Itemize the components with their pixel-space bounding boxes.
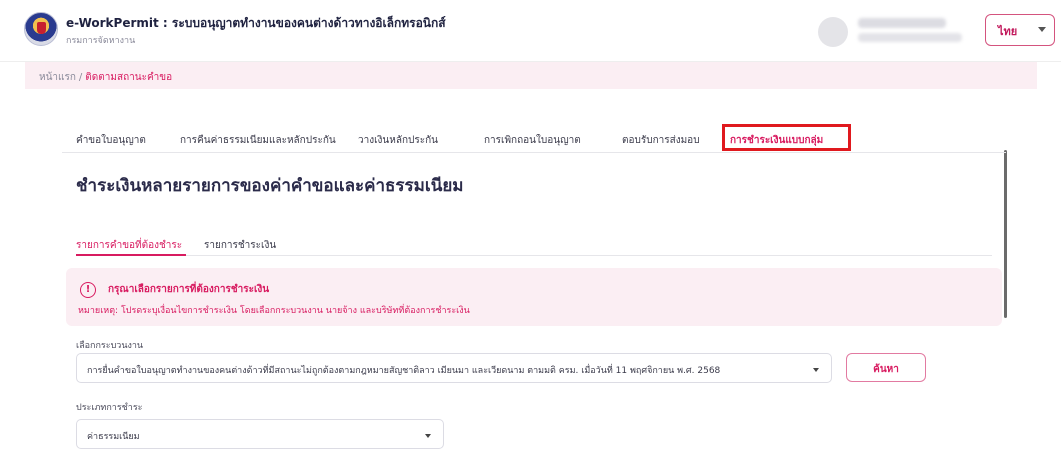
tab-delivery-acceptance[interactable]: ตอบรับการส่งมอบ bbox=[622, 133, 700, 148]
breadcrumb-home-link[interactable]: หน้าแรก bbox=[39, 72, 76, 83]
tab-fee-refund[interactable]: การคืนค่าธรรมเนียมและหลักประกัน bbox=[180, 133, 336, 148]
tab-highlight-box bbox=[722, 124, 851, 151]
department-logo-icon bbox=[24, 12, 58, 46]
user-avatar[interactable] bbox=[818, 17, 848, 47]
tab-permit-request[interactable]: คำขอใบอนุญาต bbox=[76, 133, 146, 148]
payment-type-select[interactable]: ค่าธรรมเนียม bbox=[76, 419, 444, 449]
user-detail-blurred bbox=[858, 33, 962, 42]
user-name-blurred bbox=[858, 18, 946, 28]
chevron-down-icon bbox=[813, 368, 819, 372]
info-icon: ! bbox=[80, 282, 96, 298]
sub-tabs: รายการคำขอที่ต้องชำระ รายการชำระเงิน bbox=[76, 234, 992, 256]
language-select[interactable]: ไทย bbox=[985, 14, 1055, 46]
breadcrumb-current: ติดตามสถานะคำขอ bbox=[85, 72, 173, 83]
subtab-payment-list[interactable]: รายการชำระเงิน bbox=[204, 238, 276, 253]
app-title: e-WorkPermit : ระบบอนุญาตทำงานของคนต่างด… bbox=[66, 16, 446, 30]
subtab-requests-to-pay[interactable]: รายการคำขอที่ต้องชำระ bbox=[76, 238, 182, 253]
chevron-down-icon bbox=[425, 434, 431, 438]
app-header: e-WorkPermit : ระบบอนุญาตทำงานของคนต่างด… bbox=[0, 0, 1061, 62]
page-title: ชำระเงินหลายรายการของค่าคำขอและค่าธรรมเน… bbox=[76, 176, 464, 196]
app-subtitle: กรมการจัดหางาน bbox=[66, 36, 136, 46]
tab-permit-revocation[interactable]: การเพิกถอนใบอนุญาต bbox=[484, 133, 581, 148]
tab-deposit-guarantee[interactable]: วางเงินหลักประกัน bbox=[358, 133, 438, 148]
scrollbar-thumb[interactable] bbox=[1004, 150, 1007, 318]
breadcrumb: หน้าแรก / ติดตามสถานะคำขอ bbox=[25, 62, 1037, 89]
payment-type-select-value: ค่าธรรมเนียม bbox=[87, 432, 140, 442]
active-subtab-indicator bbox=[76, 254, 186, 256]
search-button-label: ค้นหา bbox=[873, 364, 899, 375]
main-tabs: คำขอใบอนุญาต การคืนค่าธรรมเนียมและหลักปร… bbox=[62, 121, 1006, 153]
breadcrumb-separator: / bbox=[78, 72, 83, 83]
language-select-value: ไทย bbox=[998, 25, 1018, 38]
process-select[interactable]: การยื่นคำขอใบอนุญาตทำงานของคนต่างด้าวที่… bbox=[76, 353, 832, 383]
alert-text: หมายเหตุ: โปรดระบุเงื่อนไขการชำระเงิน โด… bbox=[78, 306, 470, 316]
payment-type-label: ประเภทการชำระ bbox=[76, 403, 143, 413]
alert-title: กรุณาเลือกรายการที่ต้องการชำระเงิน bbox=[108, 284, 270, 295]
process-label: เลือกกระบวนงาน bbox=[76, 341, 144, 351]
search-button[interactable]: ค้นหา bbox=[846, 353, 926, 382]
chevron-down-icon bbox=[1038, 27, 1046, 32]
info-alert: ! กรุณาเลือกรายการที่ต้องการชำระเงิน หมา… bbox=[66, 268, 1002, 326]
process-select-value: การยื่นคำขอใบอนุญาตทำงานของคนต่างด้าวที่… bbox=[87, 366, 721, 376]
